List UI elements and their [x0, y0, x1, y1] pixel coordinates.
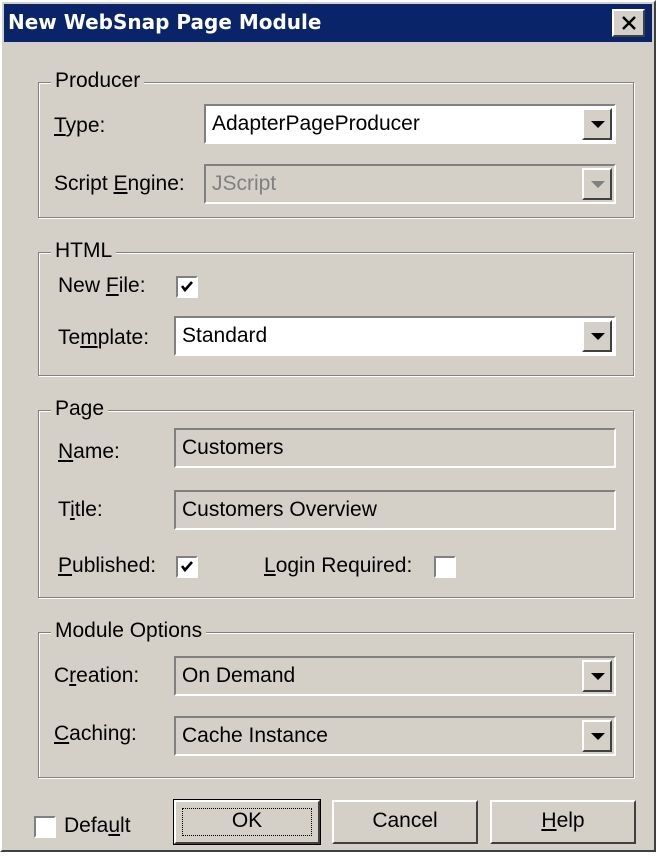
caching-dropdown-button[interactable] — [582, 720, 612, 752]
script-engine-dropdown-button — [582, 168, 612, 200]
creation-dropdown-button[interactable] — [582, 660, 612, 692]
checkmark-icon — [180, 281, 193, 293]
chevron-down-icon — [591, 733, 605, 740]
module-options-group: Module Options — [38, 619, 634, 778]
caching-label: Caching: — [54, 722, 137, 745]
script-engine-select-value: JScript — [212, 172, 277, 195]
script-engine-select: JScript — [204, 164, 616, 204]
login-required-checkbox[interactable] — [434, 556, 456, 578]
title-input-value: Customers Overview — [182, 498, 377, 521]
new-file-label: New File: — [58, 274, 146, 297]
title-label: Title: — [58, 498, 103, 521]
published-checkbox[interactable] — [176, 556, 198, 578]
published-label: Published: — [58, 554, 157, 577]
caching-select-value: Cache Instance — [182, 724, 328, 747]
new-file-checkbox[interactable] — [176, 276, 198, 298]
help-button-label: Help — [541, 809, 585, 832]
dialog-title: New WebSnap Page Module — [8, 10, 322, 34]
template-select[interactable]: Standard — [174, 316, 616, 356]
type-select[interactable]: AdapterPageProducer — [204, 104, 616, 144]
template-label: Template: — [58, 326, 150, 349]
type-dropdown-button[interactable] — [582, 108, 612, 140]
checkmark-icon — [180, 561, 193, 573]
type-select-value: AdapterPageProducer — [212, 112, 420, 135]
chevron-down-icon — [591, 333, 605, 340]
html-legend: HTML — [51, 239, 117, 263]
creation-select[interactable]: On Demand — [174, 656, 616, 696]
creation-label: Creation: — [54, 664, 140, 687]
producer-legend: Producer — [51, 69, 145, 93]
ok-button[interactable]: OK — [173, 799, 321, 845]
type-label: Type: — [54, 114, 106, 137]
chevron-down-icon — [591, 673, 605, 680]
cancel-button-label: Cancel — [372, 809, 438, 832]
websnap-dialog: New WebSnap Page Module Producer Type: A… — [0, 0, 656, 852]
chevron-down-icon — [591, 121, 605, 128]
chevron-down-icon — [591, 181, 605, 188]
name-input[interactable]: Customers — [174, 428, 616, 468]
caching-select[interactable]: Cache Instance — [174, 716, 616, 756]
close-icon — [622, 16, 636, 30]
name-input-value: Customers — [182, 436, 284, 459]
default-label: Default — [64, 814, 131, 837]
title-input[interactable]: Customers Overview — [174, 490, 616, 530]
page-legend: Page — [51, 397, 109, 421]
ok-focus-rect — [182, 808, 312, 836]
module-options-legend: Module Options — [51, 619, 207, 643]
title-bar: New WebSnap Page Module — [4, 4, 652, 42]
html-group: HTML — [38, 239, 634, 376]
template-dropdown-button[interactable] — [582, 320, 612, 352]
creation-select-value: On Demand — [182, 664, 296, 687]
close-button[interactable] — [612, 9, 645, 37]
script-engine-label: Script Engine: — [54, 172, 185, 195]
default-checkbox[interactable] — [34, 816, 56, 838]
help-button[interactable]: Help — [490, 800, 636, 844]
template-select-value: Standard — [182, 324, 268, 347]
cancel-button[interactable]: Cancel — [332, 800, 478, 844]
name-label: Name: — [58, 440, 120, 463]
login-required-label: Login Required: — [264, 554, 413, 577]
